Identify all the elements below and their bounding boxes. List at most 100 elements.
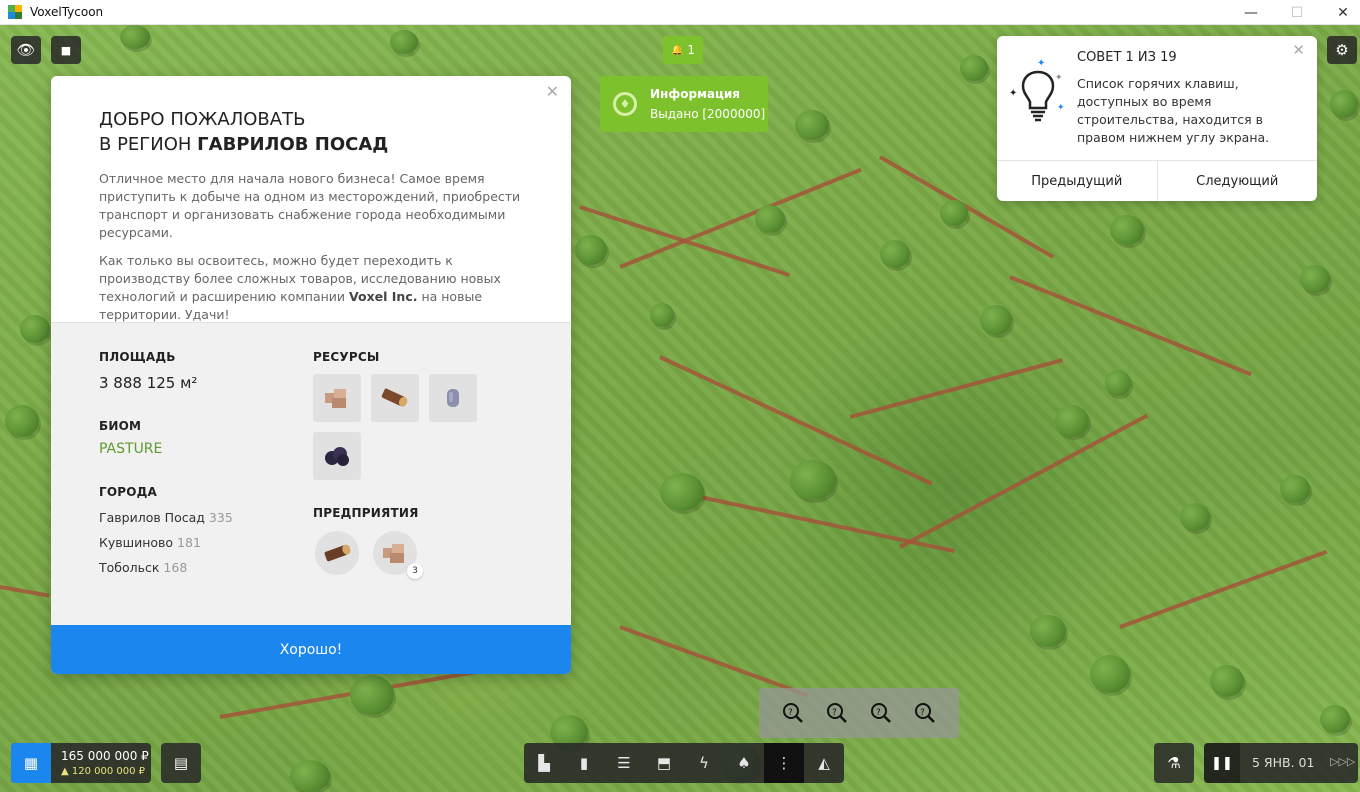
city-population: 181 <box>177 535 201 550</box>
svg-text:?: ? <box>920 708 925 718</box>
ok-button[interactable]: Хорошо! <box>51 625 571 674</box>
terrain-ridge <box>899 413 1149 549</box>
tree <box>390 30 418 54</box>
window-titlebar: VoxelTycoon — ☐ ✕ <box>0 0 1360 25</box>
more-options-icon[interactable]: ⋮ <box>764 743 804 783</box>
city-building-icon[interactable]: ▦ <box>11 743 51 783</box>
research-flask-icon[interactable]: ⚗ <box>1154 743 1194 783</box>
city-name: Гаврилов Посад <box>99 510 205 525</box>
terrain-ridge <box>619 625 809 698</box>
tree <box>1110 215 1144 245</box>
city-item[interactable]: Гаврилов Посад 335 <box>99 510 233 525</box>
svg-text:✦: ✦ <box>1009 88 1017 99</box>
welcome-title-prefix: В РЕГИОН <box>99 134 198 155</box>
svg-text:✦: ✦ <box>1037 58 1045 69</box>
notification-badge[interactable]: 🔔 1 <box>663 36 703 64</box>
notification-count: 1 <box>687 43 696 57</box>
tree <box>660 473 704 511</box>
svg-text:?: ? <box>832 708 837 718</box>
area-value: 3 888 125 м² <box>99 374 198 392</box>
pause-icon[interactable]: ❚❚ <box>1204 743 1240 783</box>
cities-label: ГОРОДА <box>99 485 158 499</box>
tree <box>20 315 50 343</box>
stone-enterprise-icon[interactable]: 3 <box>373 531 423 579</box>
tip-text: Список горячих клавиш, доступных во врем… <box>1077 76 1270 145</box>
area-label: ПЛОЩАДЬ <box>99 350 176 364</box>
city-item[interactable]: Тобольск 168 <box>99 560 187 575</box>
tree <box>960 55 988 81</box>
wood-log-enterprise-icon[interactable] <box>315 531 359 575</box>
maximize-button[interactable]: ☐ <box>1274 0 1320 25</box>
city-item[interactable]: Кувшиново 181 <box>99 535 201 550</box>
bulldozer-icon[interactable]: ◭ <box>804 743 844 783</box>
road-icon[interactable]: ⬒ <box>644 743 684 783</box>
tree <box>1105 370 1131 396</box>
city-name: Кувшиново <box>99 535 174 550</box>
tree <box>5 405 39 437</box>
budget-panel[interactable]: ▦ 165 000 000 ₽ ▲ 120 000 000 ₽ <box>11 743 151 783</box>
welcome-paragraph-2: Как только вы освоитесь, можно будет пер… <box>99 252 529 324</box>
station-icon[interactable]: ▮ <box>564 743 604 783</box>
svg-text:✦: ✦ <box>1055 73 1063 83</box>
toast-title: Информация <box>650 87 740 101</box>
tree <box>120 25 150 49</box>
info-toast[interactable]: ♦ Информация Выдано [2000000] <box>600 76 768 132</box>
visibility-eye-icon[interactable]: 👁 <box>11 36 41 64</box>
tip-close-icon[interactable]: ✕ <box>1292 41 1305 59</box>
svg-text:?: ? <box>876 708 881 718</box>
hint-icons-panel: ? ? ? ? <box>759 688 959 738</box>
previous-tip-button[interactable]: Предыдущий <box>997 161 1157 201</box>
camera-icon[interactable]: ■ <box>51 36 81 64</box>
zoom-hint-icon-4[interactable]: ? <box>912 700 938 726</box>
wood-log-resource-icon[interactable] <box>371 374 419 422</box>
tree <box>790 460 836 500</box>
welcome-title-line2: В РЕГИОН ГАВРИЛОВ ПОСАД <box>99 132 388 157</box>
tree-icon[interactable]: ♠ <box>724 743 764 783</box>
city-population: 335 <box>208 510 233 525</box>
tree <box>290 760 330 792</box>
terrain-ridge <box>699 495 955 554</box>
vehicles-list-icon[interactable]: ▤ <box>161 743 201 783</box>
settings-gear-icon[interactable]: ⚙ <box>1327 36 1357 64</box>
next-tip-button[interactable]: Следующий <box>1156 161 1318 201</box>
zoom-hint-icon-2[interactable]: ? <box>824 700 850 726</box>
terrain-ridge <box>1119 549 1328 629</box>
region-name: ГАВРИЛОВ ПОСАД <box>197 134 389 155</box>
zoom-hint-icon-3[interactable]: ? <box>868 700 894 726</box>
power-lightning-icon[interactable]: ϟ <box>684 743 724 783</box>
coal-resource-icon[interactable] <box>313 432 361 480</box>
lightbulb-icon: ✦ ✦ ✦ ✦ <box>1009 58 1065 122</box>
welcome-close-icon[interactable]: ✕ <box>546 82 559 101</box>
tree <box>880 240 910 268</box>
time-controls: ❚❚ 5 ЯНВ. 01 ▷▷▷ <box>1204 743 1358 783</box>
minimize-button[interactable]: — <box>1228 0 1274 25</box>
game-date: 5 ЯНВ. 01 <box>1252 755 1315 770</box>
welcome-paragraph-1: Отличное место для начала нового бизнеса… <box>99 171 521 240</box>
window-title: VoxelTycoon <box>30 5 104 19</box>
factory-icon[interactable]: ▙ <box>524 743 564 783</box>
stone-resource-icon[interactable] <box>313 374 361 422</box>
terrain-ridge <box>219 669 477 719</box>
enterprise-count-badge: 3 <box>407 563 423 579</box>
flame-icon: ♦ <box>613 92 637 116</box>
tree <box>1300 265 1330 293</box>
tree <box>650 303 674 327</box>
tree <box>1210 665 1244 697</box>
tree <box>1090 655 1130 693</box>
terrain-ridge <box>0 585 50 598</box>
iron-ore-resource-icon[interactable] <box>429 374 477 422</box>
welcome-title-line1: ДОБРО ПОЖАЛОВАТЬ <box>99 109 306 130</box>
svg-text:✦: ✦ <box>1057 103 1065 113</box>
biome-value: PASTURE <box>99 441 163 457</box>
zoom-hint-icon-1[interactable]: ? <box>780 700 806 726</box>
speed-icon[interactable]: ▷▷▷ <box>1330 755 1355 768</box>
tip-header: СОВЕТ 1 ИЗ 19 <box>1077 50 1177 65</box>
close-window-button[interactable]: ✕ <box>1320 0 1360 25</box>
tree <box>940 200 968 226</box>
tree <box>1320 705 1350 733</box>
rail-track-icon[interactable]: ☰ <box>604 743 644 783</box>
tree <box>755 205 785 233</box>
city-name: Тобольск <box>99 560 160 575</box>
company-name: Voxel Inc. <box>349 289 418 304</box>
balance-value: 165 000 000 ₽ <box>61 749 149 763</box>
